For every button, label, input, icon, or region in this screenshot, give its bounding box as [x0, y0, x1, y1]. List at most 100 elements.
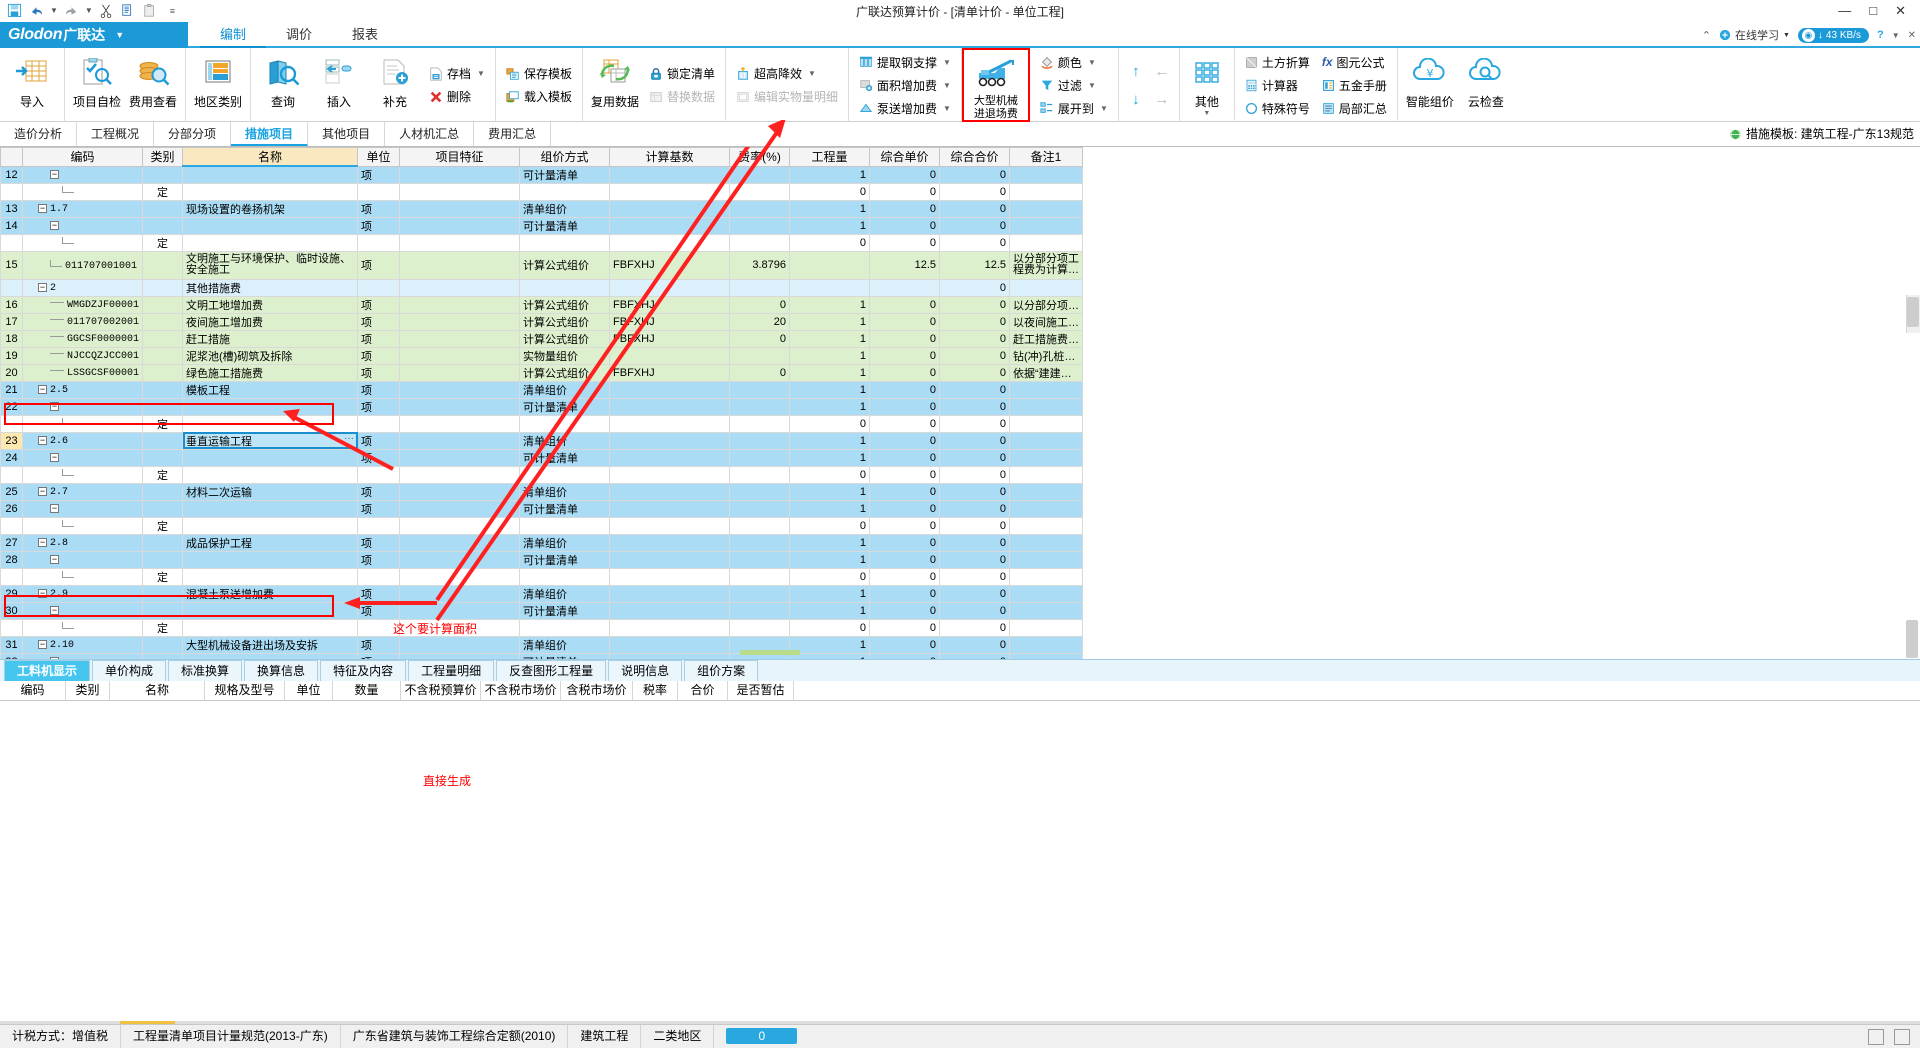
cell-name[interactable]: [182, 448, 359, 467]
cell-code[interactable]: −: [21, 216, 144, 235]
cell-rate[interactable]: 0: [729, 295, 791, 314]
cell-rate[interactable]: [729, 584, 791, 603]
cell-base[interactable]: [609, 550, 731, 569]
cell-qty[interactable]: 1: [789, 380, 871, 399]
cell-rate[interactable]: [729, 601, 791, 620]
cell-code[interactable]: NJCCQZJCC001: [21, 346, 144, 365]
cell-price[interactable]: 0: [869, 199, 941, 218]
grid-header-0[interactable]: 编码: [21, 147, 144, 167]
archive-button[interactable]: 存档 ▼: [426, 63, 488, 84]
bottom-tab-3[interactable]: 换算信息: [244, 660, 319, 681]
load-template-button[interactable]: 载入模板: [503, 86, 575, 107]
cell-mode[interactable]: [519, 182, 611, 201]
row-number-cell[interactable]: 22: [0, 397, 23, 416]
cell-base[interactable]: [609, 635, 731, 654]
table-row[interactable]: 定000: [0, 414, 1084, 433]
cloud-check-button[interactable]: 云检查: [1458, 50, 1514, 110]
grid-header-1[interactable]: 类别: [142, 147, 184, 167]
cell-price[interactable]: 0: [869, 482, 941, 501]
grid-header-5[interactable]: 组价方式: [519, 147, 611, 167]
cell-code[interactable]: −2.5: [21, 380, 144, 399]
bottom-grid-header-3[interactable]: 规格及型号: [205, 681, 285, 700]
cell-name[interactable]: 赶工措施: [182, 329, 359, 348]
bottom-tab-8[interactable]: 组价方案: [684, 660, 759, 681]
cell-unit[interactable]: 项: [357, 448, 401, 467]
cell-unit[interactable]: 项: [357, 584, 401, 603]
cell-category[interactable]: [142, 329, 184, 348]
cell-category[interactable]: [142, 499, 184, 518]
cell-total[interactable]: 0: [939, 516, 1011, 535]
cell-note[interactable]: 依据“建建…: [1009, 363, 1084, 382]
cell-name[interactable]: 文明施工与环境保护、临时设施、安全施工: [182, 250, 359, 280]
cell-price[interactable]: 0: [869, 516, 941, 535]
bottom-grid-header-9[interactable]: 税率: [633, 681, 678, 700]
edit-qty-button[interactable]: 编辑实物量明细: [733, 86, 841, 107]
cell-mode[interactable]: 可计量清单: [519, 601, 611, 620]
sheet-tab-measure-items[interactable]: 措施项目: [231, 122, 309, 146]
import-button[interactable]: 导入: [4, 50, 60, 110]
cell-price[interactable]: 0: [869, 233, 941, 252]
grid-header-4[interactable]: 项目特征: [399, 147, 521, 167]
expand-toggle-icon[interactable]: −: [50, 452, 59, 462]
cell-mode[interactable]: [519, 465, 611, 484]
cell-feature[interactable]: [399, 295, 521, 314]
move-left-button[interactable]: ←: [1151, 63, 1173, 80]
view-normal-icon[interactable]: [1868, 1028, 1884, 1045]
sheet-tab-cost-analysis[interactable]: 造价分析: [0, 122, 78, 146]
cell-category[interactable]: [142, 312, 184, 331]
cell-unit[interactable]: 项: [357, 250, 401, 280]
cell-price[interactable]: 0: [869, 329, 941, 348]
cell-base[interactable]: [609, 584, 731, 603]
cell-mode[interactable]: 清单组价: [519, 431, 611, 450]
cell-base[interactable]: [609, 414, 731, 433]
cell-unit[interactable]: [357, 182, 401, 201]
tab-baobiao[interactable]: 报表: [332, 22, 398, 48]
cell-code[interactable]: [21, 618, 144, 637]
table-row[interactable]: 29−2.9 混凝土泵送增加费项清单组价 1 0 0: [0, 584, 1084, 603]
cell-feature[interactable]: [399, 550, 521, 569]
bottom-grid-header-7[interactable]: 不含税市场价: [481, 681, 561, 700]
cell-base[interactable]: [609, 516, 731, 535]
cell-base[interactable]: FBFXHJ: [609, 312, 731, 331]
cell-price[interactable]: 0: [869, 499, 941, 518]
cell-code[interactable]: −: [21, 550, 144, 569]
sheet-tab-other-items[interactable]: 其他项目: [308, 122, 386, 146]
grid-vertical-scrollbar[interactable]: [1906, 295, 1920, 333]
row-number-cell[interactable]: 16: [0, 295, 23, 314]
grid-header-10[interactable]: 综合合价: [939, 147, 1011, 167]
cell-price[interactable]: 0: [869, 312, 941, 331]
bottom-tab-2[interactable]: 标准换算: [168, 660, 243, 681]
cell-qty[interactable]: 0: [789, 182, 871, 201]
cell-feature[interactable]: [399, 482, 521, 501]
cell-code[interactable]: −: [21, 165, 144, 184]
cell-note[interactable]: [1009, 550, 1084, 569]
cell-total[interactable]: 0: [939, 414, 1011, 433]
cell-note[interactable]: 钻(冲)孔桩…: [1009, 346, 1084, 365]
expand-toggle-icon[interactable]: −: [50, 605, 59, 615]
cell-code[interactable]: [21, 182, 144, 201]
cell-mode[interactable]: 计算公式组价: [519, 295, 611, 314]
table-row[interactable]: 定000: [0, 233, 1084, 252]
cell-rate[interactable]: [729, 533, 791, 552]
cell-rate[interactable]: [729, 516, 791, 535]
fee-view-button[interactable]: 费用查看: [125, 50, 181, 110]
cell-note[interactable]: [1009, 278, 1084, 297]
cell-price[interactable]: 0: [869, 567, 941, 586]
cell-code[interactable]: WMGDZJF00001: [21, 295, 144, 314]
calculator-button[interactable]: 计算器: [1242, 75, 1313, 96]
cell-name[interactable]: 模板工程: [182, 380, 359, 399]
color-caret-icon[interactable]: ▼: [1088, 58, 1096, 67]
net-speed-chip[interactable]: ◉ ↓ 43 KB/s: [1797, 27, 1869, 43]
cell-category[interactable]: [142, 431, 184, 450]
expand-toggle-icon[interactable]: −: [50, 503, 59, 513]
query-button[interactable]: 查询: [255, 50, 311, 110]
cell-note[interactable]: [1009, 431, 1084, 450]
expand-toggle-icon[interactable]: −: [50, 401, 59, 411]
cell-note[interactable]: [1009, 584, 1084, 603]
cell-note[interactable]: [1009, 601, 1084, 620]
cell-base[interactable]: [609, 397, 731, 416]
cell-total[interactable]: 0: [939, 329, 1011, 348]
cell-total[interactable]: 0: [939, 278, 1011, 297]
table-row[interactable]: 17 011707002001 夜间施工增加费项计算公式组价 FBFXHJ 20 1 0 0 以…: [0, 312, 1084, 331]
grid-body[interactable]: 12− 项可计量清单 1 0 0 定 0 0 0 13−1.7 现场设置的卷扬机架项清单组价 1 0 0 1…: [0, 165, 1084, 688]
